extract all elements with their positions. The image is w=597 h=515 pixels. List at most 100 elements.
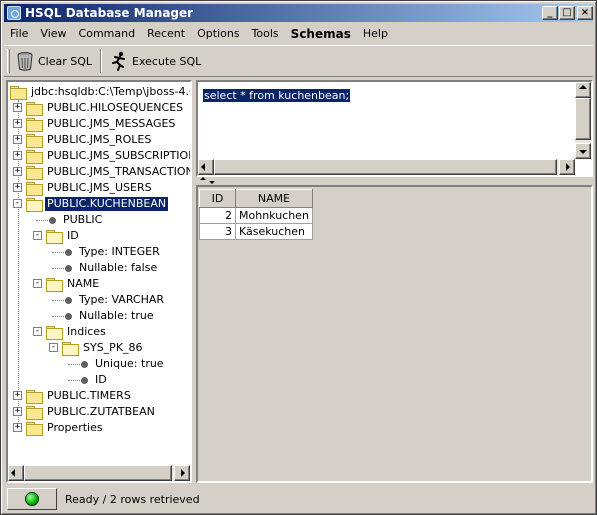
menu-tools[interactable]: Tools: [246, 27, 285, 40]
minimize-button[interactable]: _: [542, 6, 558, 20]
collapse-icon[interactable]: -: [13, 199, 22, 208]
tree-node[interactable]: PUBLIC.HILOSEQUENCES: [26, 100, 185, 116]
menu-file[interactable]: File: [4, 27, 34, 40]
close-button[interactable]: ×: [577, 6, 593, 20]
tree-node[interactable]: Nullable: false: [62, 260, 159, 276]
menu-options[interactable]: Options: [191, 27, 245, 40]
expand-icon[interactable]: +: [13, 423, 22, 432]
scroll-left-button[interactable]: [198, 159, 214, 175]
cell-name[interactable]: Mohnkuchen: [235, 207, 313, 224]
table-row[interactable]: 2 Mohnkuchen: [199, 207, 313, 224]
tree-node[interactable]: Unique: true: [78, 356, 166, 372]
tree-node[interactable]: Nullable: true: [62, 308, 156, 324]
tree-node[interactable]: Properties: [26, 420, 105, 436]
tree-node-label[interactable]: Nullable: false: [77, 261, 159, 275]
tree-node-label[interactable]: Type: VARCHAR: [77, 293, 166, 307]
tree-node[interactable]: PUBLIC.JMS_MESSAGES: [26, 116, 177, 132]
collapse-icon[interactable]: -: [33, 231, 42, 240]
tree-node[interactable]: PUBLIC.JMS_USERS: [26, 180, 154, 196]
tree-node-label[interactable]: Properties: [45, 421, 105, 435]
scroll-down-button[interactable]: [575, 143, 591, 159]
expand-icon[interactable]: +: [13, 167, 22, 176]
column-header-id[interactable]: ID: [199, 189, 236, 208]
tree-node-label[interactable]: NAME: [65, 277, 101, 291]
scroll-right-button[interactable]: [559, 159, 575, 175]
expand-icon[interactable]: +: [13, 103, 22, 112]
tree-node[interactable]: PUBLIC.TIMERS: [26, 388, 133, 404]
title-bar[interactable]: HSQL Database Manager _ □ ×: [4, 4, 593, 22]
tree-node-label[interactable]: Nullable: true: [77, 309, 156, 323]
expand-icon[interactable]: +: [13, 183, 22, 192]
tree-node-label[interactable]: ID: [93, 373, 109, 387]
sql-vertical-scrollbar[interactable]: [575, 82, 591, 159]
tree-node-label[interactable]: PUBLIC.JMS_USERS: [45, 181, 154, 195]
tree-node-label[interactable]: ID: [65, 229, 81, 243]
scroll-left-button[interactable]: [8, 465, 24, 481]
scroll-up-button[interactable]: [575, 82, 591, 98]
tree-node[interactable]: PUBLIC.JMS_ROLES: [26, 132, 153, 148]
tree-node-label[interactable]: PUBLIC.ZUTATBEAN: [45, 405, 157, 419]
menu-view[interactable]: View: [34, 27, 72, 40]
tree-node[interactable]: PUBLIC.JMS_SUBSCRIPTIONS: [26, 148, 190, 164]
tree-node-label[interactable]: PUBLIC.JMS_ROLES: [45, 133, 153, 147]
collapse-icon[interactable]: -: [49, 343, 58, 352]
schema-tree-panel[interactable]: jdbc:hsqldb:C:\Temp\jboss-4.0.5 PUBLIC.HI…: [6, 80, 192, 483]
scroll-thumb[interactable]: [214, 159, 557, 175]
menu-recent[interactable]: Recent: [141, 27, 191, 40]
scroll-right-button[interactable]: [174, 465, 190, 481]
tree-node[interactable]: jdbc:hsqldb:C:\Temp\jboss-4.0.5: [10, 84, 190, 100]
expand-icon[interactable]: +: [13, 391, 22, 400]
tree-node-label[interactable]: Type: INTEGER: [77, 245, 162, 259]
tree-node[interactable]: PUBLIC.JMS_TRANSACTIONS: [26, 164, 190, 180]
scroll-thumb[interactable]: [24, 465, 172, 481]
table-row[interactable]: 3 Käsekuchen: [199, 223, 313, 240]
results-table[interactable]: ID NAME 2 Mohnkuchen 3 Käsekuchen: [199, 189, 313, 240]
tree-node-label[interactable]: PUBLIC.TIMERS: [45, 389, 133, 403]
clear-sql-button[interactable]: Clear SQL: [10, 48, 98, 74]
collapse-icon[interactable]: -: [33, 279, 42, 288]
tree-node-label[interactable]: PUBLIC.KUCHENBEAN: [43, 196, 170, 212]
horizontal-splitter[interactable]: [196, 177, 593, 185]
tree-node-label[interactable]: PUBLIC.JMS_MESSAGES: [45, 117, 177, 131]
tree-node-label[interactable]: Unique: true: [93, 357, 166, 371]
column-header-name[interactable]: NAME: [235, 189, 313, 208]
menu-help[interactable]: Help: [357, 27, 394, 40]
maximize-button[interactable]: □: [559, 6, 575, 20]
status-indicator[interactable]: [7, 488, 57, 510]
expand-icon[interactable]: +: [13, 119, 22, 128]
menu-command[interactable]: Command: [73, 27, 142, 40]
tree-node[interactable]: Indices: [46, 324, 108, 340]
tree-node[interactable]: SYS_PK_86: [62, 340, 145, 356]
tree-node[interactable]: NAME: [46, 276, 101, 292]
tree-node[interactable]: PUBLIC.KUCHENBEAN: [26, 196, 170, 212]
splitter-arrows-icon[interactable]: [198, 177, 218, 185]
tree-node-label[interactable]: Indices: [65, 325, 108, 339]
schema-tree[interactable]: jdbc:hsqldb:C:\Temp\jboss-4.0.5 PUBLIC.HI…: [8, 82, 190, 465]
tree-node-label[interactable]: PUBLIC.JMS_SUBSCRIPTIONS: [45, 149, 190, 163]
tree-node-label[interactable]: PUBLIC: [61, 213, 104, 227]
execute-sql-button[interactable]: Execute SQL: [104, 48, 207, 74]
expand-icon[interactable]: +: [13, 151, 22, 160]
cell-id[interactable]: 3: [199, 223, 236, 240]
sql-query-text[interactable]: select * from kuchenbean;: [203, 89, 351, 102]
tree-node-label[interactable]: SYS_PK_86: [81, 341, 145, 355]
cell-name[interactable]: Käsekuchen: [235, 223, 313, 240]
expand-icon[interactable]: +: [13, 135, 22, 144]
expand-icon[interactable]: +: [13, 407, 22, 416]
tree-node[interactable]: Type: VARCHAR: [62, 292, 166, 308]
tree-node[interactable]: Type: INTEGER: [62, 244, 162, 260]
tree-node[interactable]: PUBLIC: [46, 212, 104, 228]
tree-node[interactable]: ID: [78, 372, 109, 388]
tree-node[interactable]: PUBLIC.ZUTATBEAN: [26, 404, 157, 420]
tree-horizontal-scrollbar[interactable]: [8, 465, 190, 481]
cell-id[interactable]: 2: [199, 207, 236, 224]
tree-node-label[interactable]: jdbc:hsqldb:C:\Temp\jboss-4.0.5: [29, 85, 190, 99]
sql-editor-panel[interactable]: select * from kuchenbean;: [196, 80, 593, 177]
menu-schemas[interactable]: Schemas: [285, 27, 357, 41]
scroll-thumb[interactable]: [575, 98, 591, 140]
tree-node[interactable]: ID: [46, 228, 81, 244]
tree-node-label[interactable]: PUBLIC.JMS_TRANSACTIONS: [45, 165, 190, 179]
sql-horizontal-scrollbar[interactable]: [198, 159, 575, 175]
tree-node-label[interactable]: PUBLIC.HILOSEQUENCES: [45, 101, 185, 115]
collapse-icon[interactable]: -: [33, 327, 42, 336]
